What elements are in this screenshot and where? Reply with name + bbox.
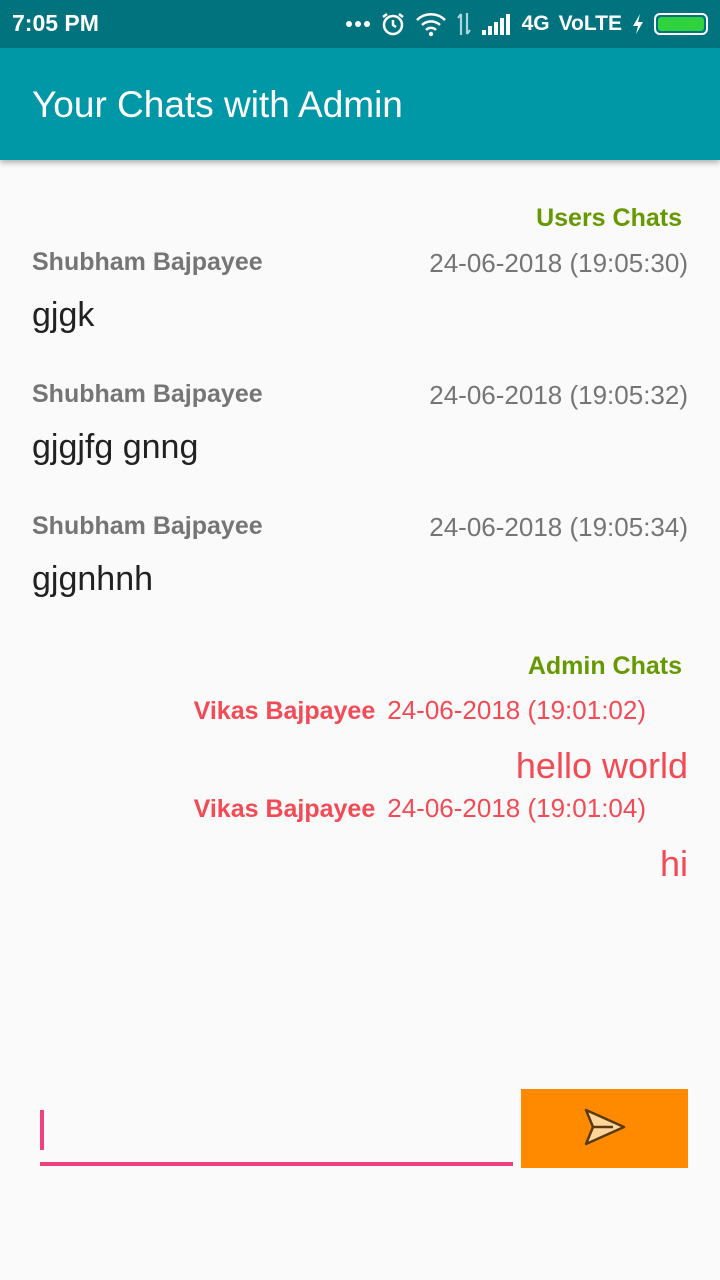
charging-icon <box>631 13 645 35</box>
page-title: Your Chats with Admin <box>32 84 403 125</box>
signal-icon <box>481 12 513 36</box>
message-sender: Shubham Bajpayee <box>32 380 263 408</box>
message-time: 24-06-2018 (19:01:04) <box>387 793 646 823</box>
data-arrows-icon <box>456 11 472 37</box>
send-button[interactable] <box>521 1089 688 1168</box>
message-time: 24-06-2018 (19:01:02) <box>387 695 646 725</box>
message-sender: Vikas Bajpayee <box>193 795 376 823</box>
battery-icon <box>654 13 708 35</box>
message-text: hello world <box>515 745 688 786</box>
message-input[interactable] <box>40 1090 513 1166</box>
send-icon <box>583 1107 627 1150</box>
message-text: hi <box>659 843 688 884</box>
volte-label: VoLTE <box>558 12 622 35</box>
more-icon <box>345 20 371 28</box>
message-text: gjgnhnh <box>32 560 154 598</box>
message-text: gjgjfg gnng <box>32 428 199 466</box>
message-sender: Shubham Bajpayee <box>32 512 263 540</box>
status-time: 7:05 PM <box>12 10 99 36</box>
message-input-container <box>40 1090 513 1166</box>
alarm-icon <box>380 11 406 37</box>
network-type-label: 4G <box>521 12 550 35</box>
message-meta: Vikas Bajpayee 24-06-2018 (19:01:04) <box>194 793 646 824</box>
battery-level <box>658 17 704 31</box>
message-time: 24-06-2018 (19:05:32) <box>429 380 688 410</box>
message-sender: Vikas Bajpayee <box>193 697 376 725</box>
app-bar: Your Chats with Admin <box>0 48 720 160</box>
message-text: gjgk <box>32 296 95 334</box>
status-icons: 4G VoLTE <box>345 8 708 40</box>
message-meta: Vikas Bajpayee 24-06-2018 (19:01:02) <box>194 695 646 726</box>
wifi-icon <box>415 11 447 37</box>
admin-chats-header: Admin Chats <box>527 652 682 680</box>
text-cursor <box>40 1110 44 1150</box>
status-bar: 7:05 PM 4G VoLTE <box>0 0 720 48</box>
message-time: 24-06-2018 (19:05:34) <box>429 512 688 542</box>
users-chats-header: Users Chats <box>536 204 682 232</box>
message-time: 24-06-2018 (19:05:30) <box>429 248 688 278</box>
message-sender: Shubham Bajpayee <box>32 248 263 276</box>
